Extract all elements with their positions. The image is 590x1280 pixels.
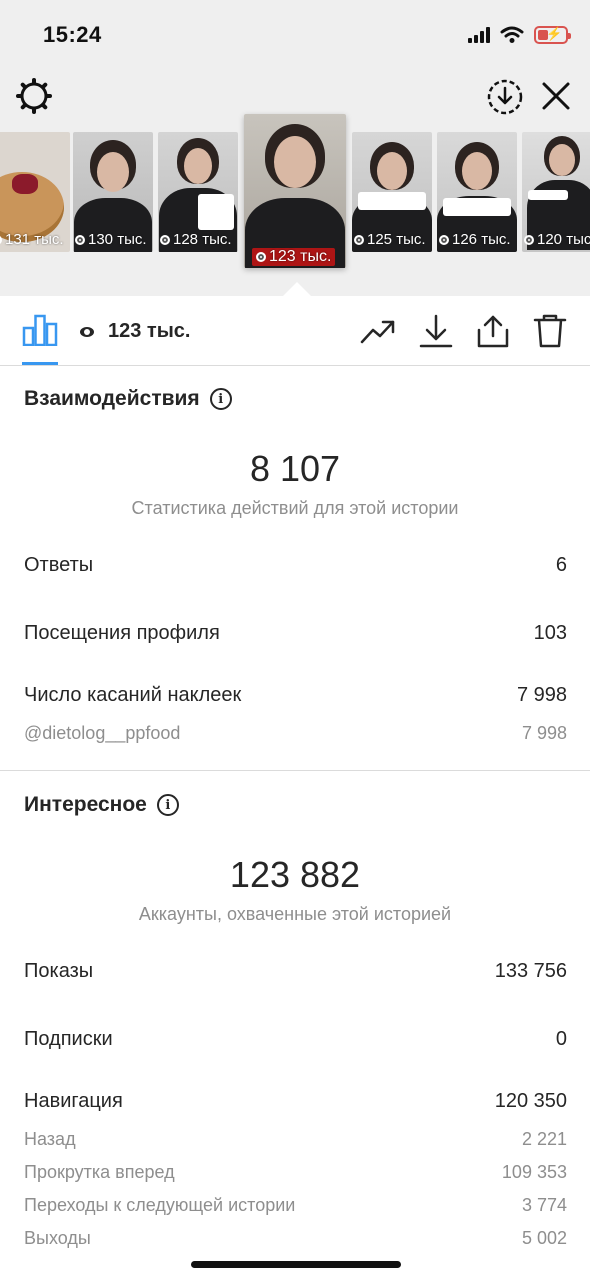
- stat-label: Посещения профиля: [24, 622, 220, 644]
- story-thumbnail[interactable]: 128 тыс.: [158, 132, 238, 252]
- story-views: 130 тыс.: [75, 231, 147, 248]
- stat-value: 2 221: [521, 1129, 567, 1149]
- eye-icon: [439, 234, 449, 245]
- stat-value: 0: [555, 1028, 567, 1050]
- stat-label: Число касаний наклеек: [24, 684, 242, 706]
- download-icon[interactable]: [418, 314, 454, 348]
- story-views: 131 тыс.: [0, 231, 64, 248]
- story-thumbnail[interactable]: 120 тыс.: [522, 132, 590, 252]
- home-indicator[interactable]: [191, 1261, 401, 1268]
- stat-subrow-exits: Выходы 5 002: [24, 1228, 567, 1249]
- story-toolbar: 123 тыс.: [0, 296, 590, 366]
- bar-chart-icon[interactable]: [22, 314, 58, 346]
- discovery-total: 123 882: [229, 854, 361, 895]
- views-count: 123 тыс.: [80, 320, 190, 343]
- stat-label: Навигация: [24, 1090, 123, 1112]
- battery-icon: ⚡: [534, 26, 571, 44]
- stat-row-sticker-taps: Число касаний наклеек 7 998: [24, 684, 567, 707]
- wifi-icon: [500, 26, 524, 43]
- download-circle-icon[interactable]: [486, 78, 524, 116]
- status-icons: ⚡: [468, 24, 571, 46]
- trending-up-icon[interactable]: [360, 314, 396, 348]
- signal-icon: [468, 27, 490, 43]
- story-thumbnail[interactable]: 126 тыс.: [437, 132, 517, 252]
- story-thumbnail[interactable]: 130 тыс.: [73, 132, 153, 252]
- gear-icon[interactable]: [16, 78, 52, 114]
- stat-value: 103: [533, 622, 567, 644]
- active-tab-indicator: [22, 362, 58, 365]
- trash-icon[interactable]: [532, 314, 568, 348]
- interactions-total: 8 107: [249, 448, 341, 489]
- stat-row-profile-visits: Посещения профиля 103: [24, 622, 567, 645]
- stat-value: 7 998: [521, 723, 567, 743]
- stat-row-follows: Подписки 0: [24, 1028, 567, 1051]
- stat-label: Выходы: [24, 1228, 91, 1248]
- stat-value: 109 353: [501, 1162, 567, 1182]
- stat-label: Переходы к следующей истории: [24, 1195, 296, 1215]
- story-views: 125 тыс.: [354, 231, 426, 248]
- eye-icon: [160, 234, 170, 245]
- close-icon[interactable]: [540, 80, 572, 112]
- eye-icon: [75, 234, 85, 245]
- stat-subrow-forward: Прокрутка вперед 109 353: [24, 1162, 567, 1183]
- stat-subrow-next-story: Переходы к следующей истории 3 774: [24, 1195, 567, 1216]
- story-thumbnail[interactable]: 125 тыс.: [352, 132, 432, 252]
- stat-row-impressions: Показы 133 756: [24, 960, 567, 983]
- story-views: 120 тыс.: [524, 231, 590, 248]
- stat-label: Подписки: [24, 1028, 113, 1050]
- interactions-section-title: Взаимодействия i: [24, 387, 232, 411]
- story-views: 123 тыс.: [252, 248, 336, 266]
- share-icon[interactable]: [475, 314, 511, 348]
- discovery-section-title: Интересное i: [24, 793, 179, 817]
- eye-icon: [256, 252, 266, 262]
- stat-label: Прокрутка вперед: [24, 1162, 175, 1182]
- stat-value: 7 998: [516, 684, 567, 706]
- selected-story-pointer: [283, 282, 311, 296]
- story-views: 126 тыс.: [439, 231, 511, 248]
- stat-value: 5 002: [521, 1228, 567, 1248]
- section-divider: [0, 770, 590, 771]
- stat-subrow-mention: @dietolog__ppfood 7 998: [24, 723, 567, 744]
- discovery-title-text: Интересное: [24, 793, 147, 816]
- views-count-text: 123 тыс.: [108, 320, 191, 342]
- stat-label: @dietolog__ppfood: [24, 723, 181, 743]
- story-preview-header: 15:24 ⚡ 131 тыс. 130 тыс. 128 тыс. 123 т…: [0, 0, 590, 296]
- discovery-caption: Аккаунты, охваченные этой историей: [138, 904, 452, 924]
- stat-value: 3 774: [521, 1195, 567, 1215]
- stat-label: Ответы: [24, 554, 94, 576]
- stat-label: Показы: [24, 960, 94, 982]
- story-thumbnail[interactable]: 131 тыс.: [0, 132, 70, 252]
- stat-row-replies: Ответы 6: [24, 554, 567, 577]
- stat-row-navigation: Навигация 120 350: [24, 1090, 567, 1113]
- interactions-title-text: Взаимодействия: [24, 387, 200, 410]
- stat-subrow-back: Назад 2 221: [24, 1129, 567, 1150]
- eye-icon: [0, 234, 2, 245]
- story-views: 128 тыс.: [160, 231, 232, 248]
- stat-value: 133 756: [494, 960, 567, 982]
- stat-value: 6: [555, 554, 567, 576]
- eye-icon: [524, 234, 534, 245]
- status-time: 15:24: [43, 22, 102, 47]
- stat-value: 120 350: [494, 1090, 567, 1112]
- info-icon[interactable]: i: [209, 388, 232, 410]
- stories-strip: 131 тыс. 130 тыс. 128 тыс. 123 тыс. 125 …: [0, 114, 590, 270]
- eye-icon: [354, 234, 364, 245]
- story-thumbnail-selected[interactable]: 123 тыс.: [244, 114, 346, 268]
- eye-icon: [80, 326, 94, 337]
- stat-label: Назад: [24, 1129, 76, 1149]
- interactions-caption: Статистика действий для этой истории: [131, 498, 459, 518]
- info-icon[interactable]: i: [156, 794, 179, 816]
